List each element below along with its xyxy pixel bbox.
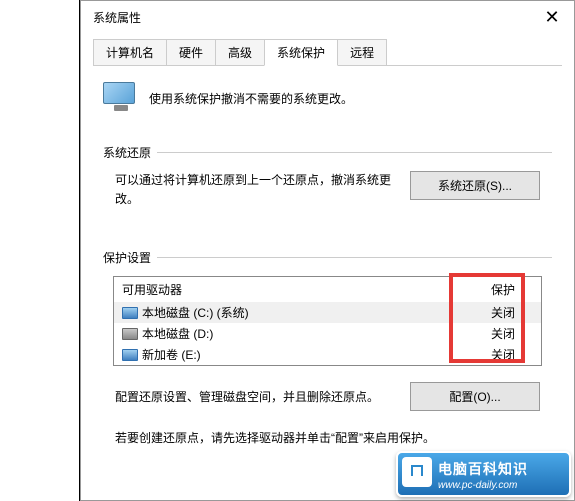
monitor-icon bbox=[103, 82, 139, 116]
close-icon[interactable]: ✕ bbox=[542, 7, 562, 27]
restore-description: 可以通过将计算机还原到上一个还原点，撤消系统更改。 bbox=[115, 171, 410, 209]
drive-name-cell: 本地磁盘 (C:) (系统) bbox=[122, 304, 473, 321]
drive-name-cell: 新加卷 (E:) bbox=[122, 346, 473, 363]
drives-listbox[interactable]: 可用驱动器 保护 本地磁盘 (C:) (系统) 关闭 本地磁盘 (D:) 关闭 bbox=[113, 276, 542, 366]
system-properties-dialog: 系统属性 ✕ 计算机名 硬件 高级 系统保护 远程 使用系统保护撤消不需要的系统… bbox=[80, 0, 575, 501]
watermark-title: 电脑百科知识 bbox=[438, 459, 555, 479]
drive-name-cell: 本地磁盘 (D:) bbox=[122, 325, 473, 342]
drive-label: 本地磁盘 (D:) bbox=[142, 325, 213, 342]
drive-row[interactable]: 本地磁盘 (C:) (系统) 关闭 bbox=[114, 302, 541, 323]
title-bar: 系统属性 ✕ bbox=[81, 1, 574, 33]
watermark: 电脑百科知识 www.pc-daily.com bbox=[396, 451, 571, 497]
protection-section-title: 保护设置 bbox=[103, 249, 552, 266]
disk-icon bbox=[122, 349, 138, 361]
protection-section-label: 保护设置 bbox=[103, 249, 151, 266]
drive-status-cell: 关闭 bbox=[473, 304, 533, 321]
tabs-bar: 计算机名 硬件 高级 系统保护 远程 bbox=[93, 39, 562, 66]
restore-row: 可以通过将计算机还原到上一个还原点，撤消系统更改。 系统还原(S)... bbox=[103, 171, 552, 209]
configure-button[interactable]: 配置(O)... bbox=[410, 382, 540, 411]
drives-header: 可用驱动器 保护 bbox=[114, 277, 541, 302]
left-sidebar bbox=[0, 0, 80, 501]
tab-computer-name[interactable]: 计算机名 bbox=[93, 39, 167, 65]
disk-icon bbox=[122, 328, 138, 340]
system-restore-button[interactable]: 系统还原(S)... bbox=[410, 171, 540, 200]
drive-status-cell: 关闭 bbox=[473, 346, 533, 363]
drive-label: 本地磁盘 (C:) (系统) bbox=[142, 304, 249, 321]
config-row: 配置还原设置、管理磁盘空间，并且删除还原点。 配置(O)... bbox=[103, 376, 552, 427]
drive-row[interactable]: 本地磁盘 (D:) 关闭 bbox=[114, 323, 541, 344]
tab-advanced[interactable]: 高级 bbox=[215, 39, 265, 65]
drive-status-cell: 关闭 bbox=[473, 325, 533, 342]
restore-section-label: 系统还原 bbox=[103, 144, 151, 161]
tab-system-protection[interactable]: 系统保护 bbox=[264, 39, 338, 66]
watermark-url: www.pc-daily.com bbox=[438, 480, 555, 491]
intro-row: 使用系统保护撤消不需要的系统更改。 bbox=[103, 82, 552, 116]
disk-icon bbox=[122, 307, 138, 319]
intro-text: 使用系统保护撤消不需要的系统更改。 bbox=[149, 90, 353, 108]
tab-hardware[interactable]: 硬件 bbox=[166, 39, 216, 65]
drives-header-name: 可用驱动器 bbox=[122, 281, 473, 298]
drive-row[interactable]: 新加卷 (E:) 关闭 bbox=[114, 344, 541, 365]
drives-header-protection: 保护 bbox=[473, 281, 533, 298]
config-description: 配置还原设置、管理磁盘空间，并且删除还原点。 bbox=[115, 388, 410, 405]
tab-remote[interactable]: 远程 bbox=[337, 39, 387, 65]
window-title: 系统属性 bbox=[93, 9, 141, 26]
create-restore-point-text: 若要创建还原点，请先选择驱动器并单击“配置”来启用保护。 bbox=[103, 427, 552, 449]
tab-content: 使用系统保护撤消不需要的系统更改。 系统还原 可以通过将计算机还原到上一个还原点… bbox=[81, 66, 574, 461]
restore-section-title: 系统还原 bbox=[103, 144, 552, 161]
watermark-icon bbox=[402, 457, 432, 487]
drive-label: 新加卷 (E:) bbox=[142, 346, 201, 363]
